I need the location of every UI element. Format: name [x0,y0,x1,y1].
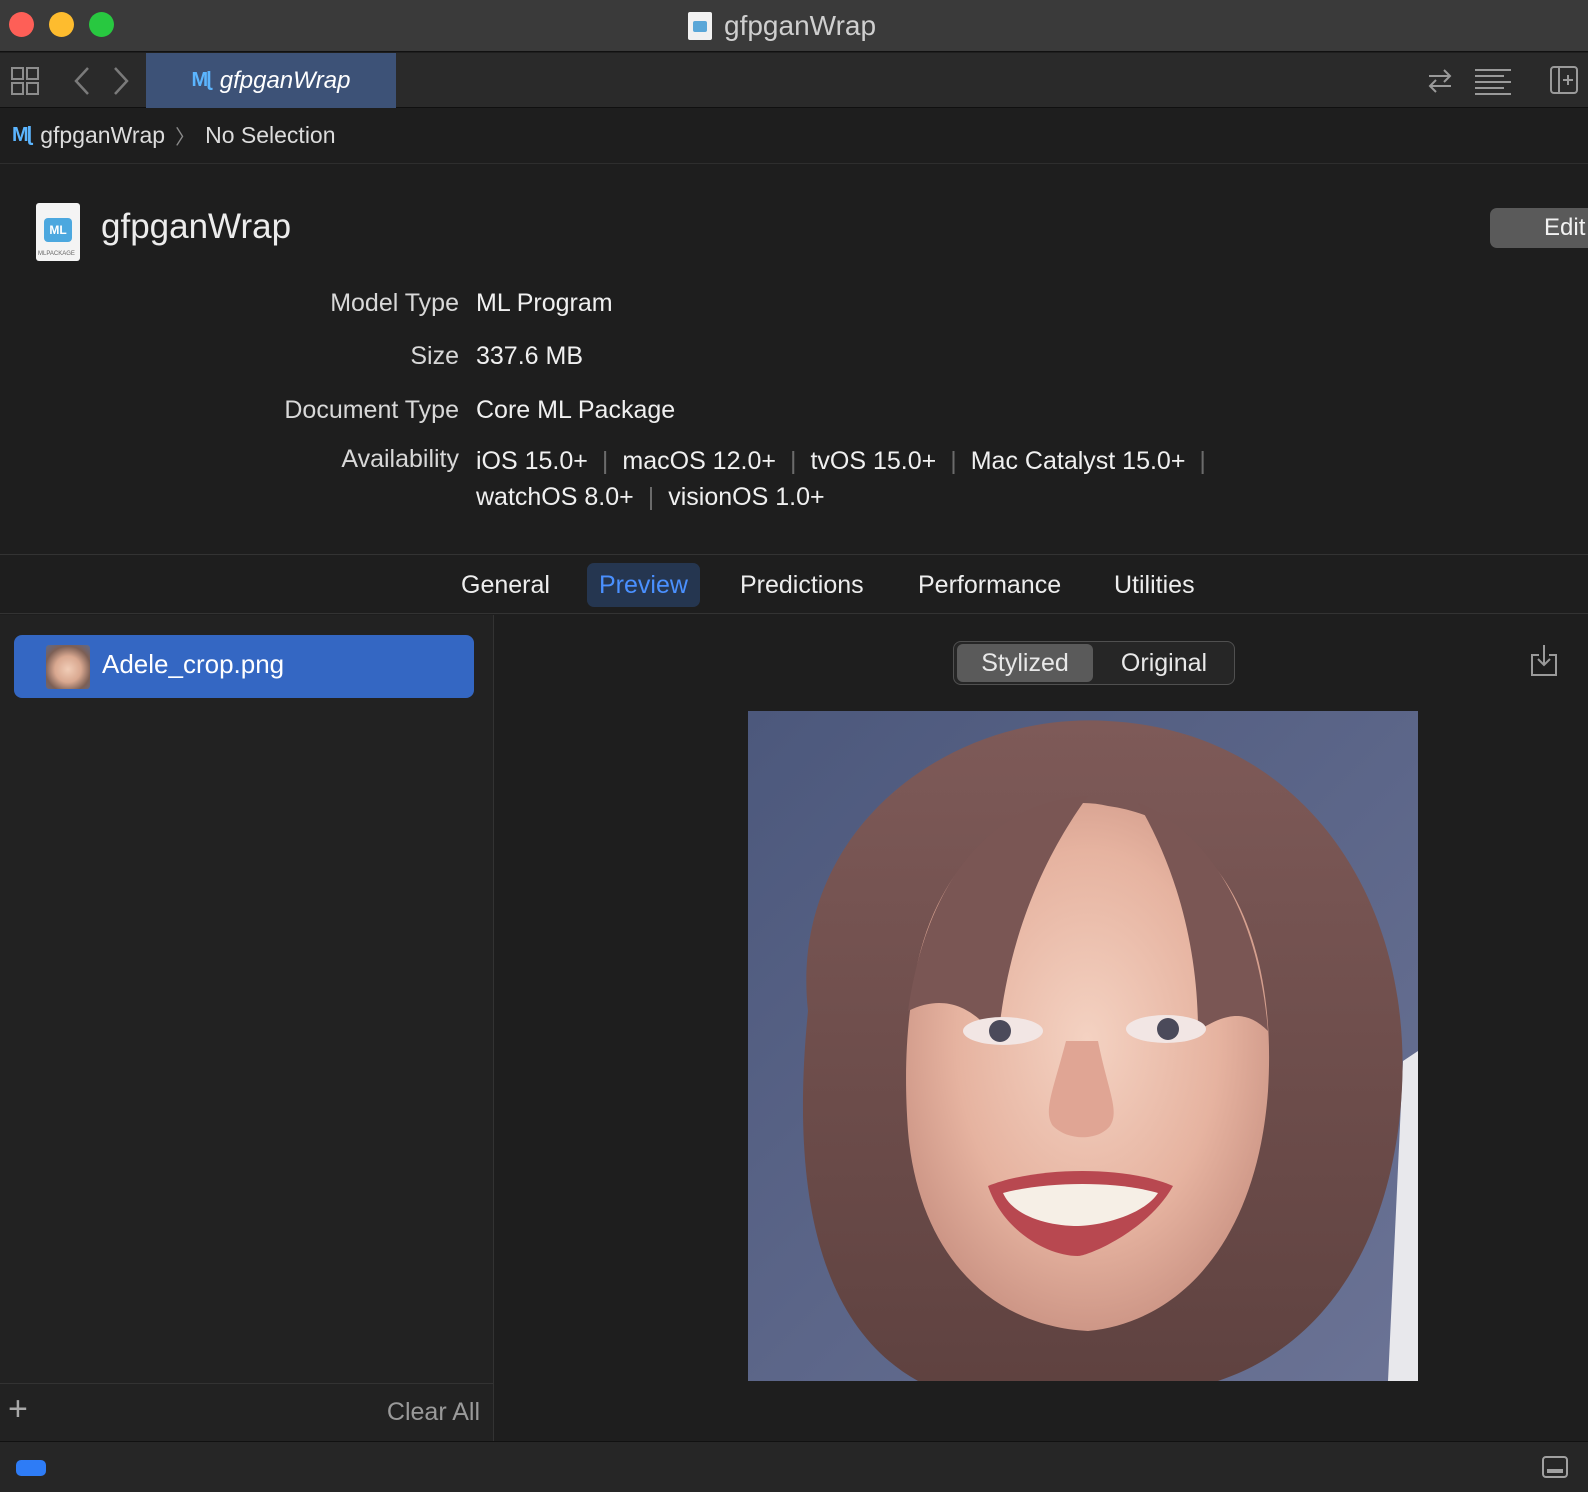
property-value: Core ML Package [476,396,676,424]
platform-macos: macOS 12.0+ [622,447,776,475]
property-value: 337.6 MB [476,342,584,370]
platform-visionos: visionOS 1.0+ [668,483,825,511]
mlmodel-icon: Mɭ [12,124,32,146]
platform-tvos: tvOS 15.0+ [810,447,937,475]
export-icon[interactable] [1529,643,1559,677]
property-label: Size [410,342,459,370]
tab-general[interactable]: General [449,563,562,607]
list-item[interactable]: Adele_crop.png [14,635,474,698]
model-header: ML MLPACKAGE gfpganWrap Edit Model Type … [0,165,1588,555]
breadcrumb-separator: 〉 [175,127,196,149]
separator: | [1199,447,1206,475]
tab-performance[interactable]: Performance [906,563,1073,607]
breadcrumb: Mɭ gfpganWrap 〉 No Selection [0,108,1588,164]
back-arrow-icon[interactable] [72,66,92,96]
editor-options-icon[interactable] [1474,67,1512,95]
mlmodel-icon: Mɭ [191,69,212,91]
breadcrumb-selection[interactable]: No Selection [205,122,335,149]
property-label: Document Type [284,396,459,424]
breadcrumb-project[interactable]: gfpganWrap [40,122,165,149]
window-title: gfpganWrap [688,8,876,44]
mlpackage-label: MLPACKAGE [38,251,75,257]
property-value: ML Program [476,289,613,317]
stylized-option[interactable]: Stylized [957,644,1093,682]
bottom-panel-icon[interactable] [1542,1456,1568,1478]
add-file-button[interactable]: + [8,1390,28,1429]
tab-utilities[interactable]: Utilities [1102,563,1207,607]
platform-ios: iOS 15.0+ [476,447,588,475]
zoom-window-button[interactable] [89,12,114,37]
preview-pane: Stylized Original [495,615,1588,1441]
platform-watchos: watchOS 8.0+ [476,483,634,511]
sidebar-footer: + Clear All [0,1383,494,1441]
mlpackage-icon: ML MLPACKAGE [36,203,80,261]
status-bar [0,1441,1588,1492]
separator: | [789,447,797,475]
tab-label: gfpganWrap [219,66,351,94]
edit-button[interactable]: Edit [1490,208,1588,248]
separator: | [601,447,609,475]
tab-gfpganwrap[interactable]: Mɭ gfpganWrap [146,53,396,108]
separator: | [950,447,957,475]
document-icon [688,12,712,40]
add-editor-icon[interactable] [1550,66,1578,94]
preview-image [748,711,1418,1381]
property-label: Model Type [330,289,459,317]
stylized-original-toggle: Stylized Original [953,641,1235,685]
availability-list: iOS 15.0+ | macOS 12.0+ | tvOS 15.0+ | Mac Cat… [476,443,1220,515]
input-file-list: Adele_crop.png + Clear All [0,615,494,1441]
forward-arrow-icon[interactable] [111,66,131,96]
platform-mac-catalyst: Mac Catalyst 15.0+ [970,447,1186,475]
title-bar: gfpganWrap [0,0,1588,52]
editor-tab-bar: Mɭ gfpganWrap [0,53,1588,108]
status-indicator[interactable] [16,1460,46,1476]
original-option[interactable]: Original [1096,644,1232,682]
minimize-window-button[interactable] [49,12,74,37]
file-name: Adele_crop.png [102,649,285,679]
swap-arrows-icon[interactable] [1426,67,1454,95]
tab-preview[interactable]: Preview [587,563,700,607]
grid-icon[interactable] [11,67,39,95]
image-thumbnail [46,645,90,689]
close-window-button[interactable] [9,12,34,37]
stylized-portrait-image [748,711,1418,1381]
model-tabs: General Preview Predictions Performance … [0,556,1588,614]
tab-predictions[interactable]: Predictions [728,563,876,607]
separator: | [647,483,655,511]
model-name: gfpganWrap [101,207,292,246]
clear-all-button[interactable]: Clear All [387,1398,480,1427]
ml-badge: ML [44,218,72,242]
window-title-text: gfpganWrap [724,10,877,41]
property-label: Availability [341,445,459,473]
